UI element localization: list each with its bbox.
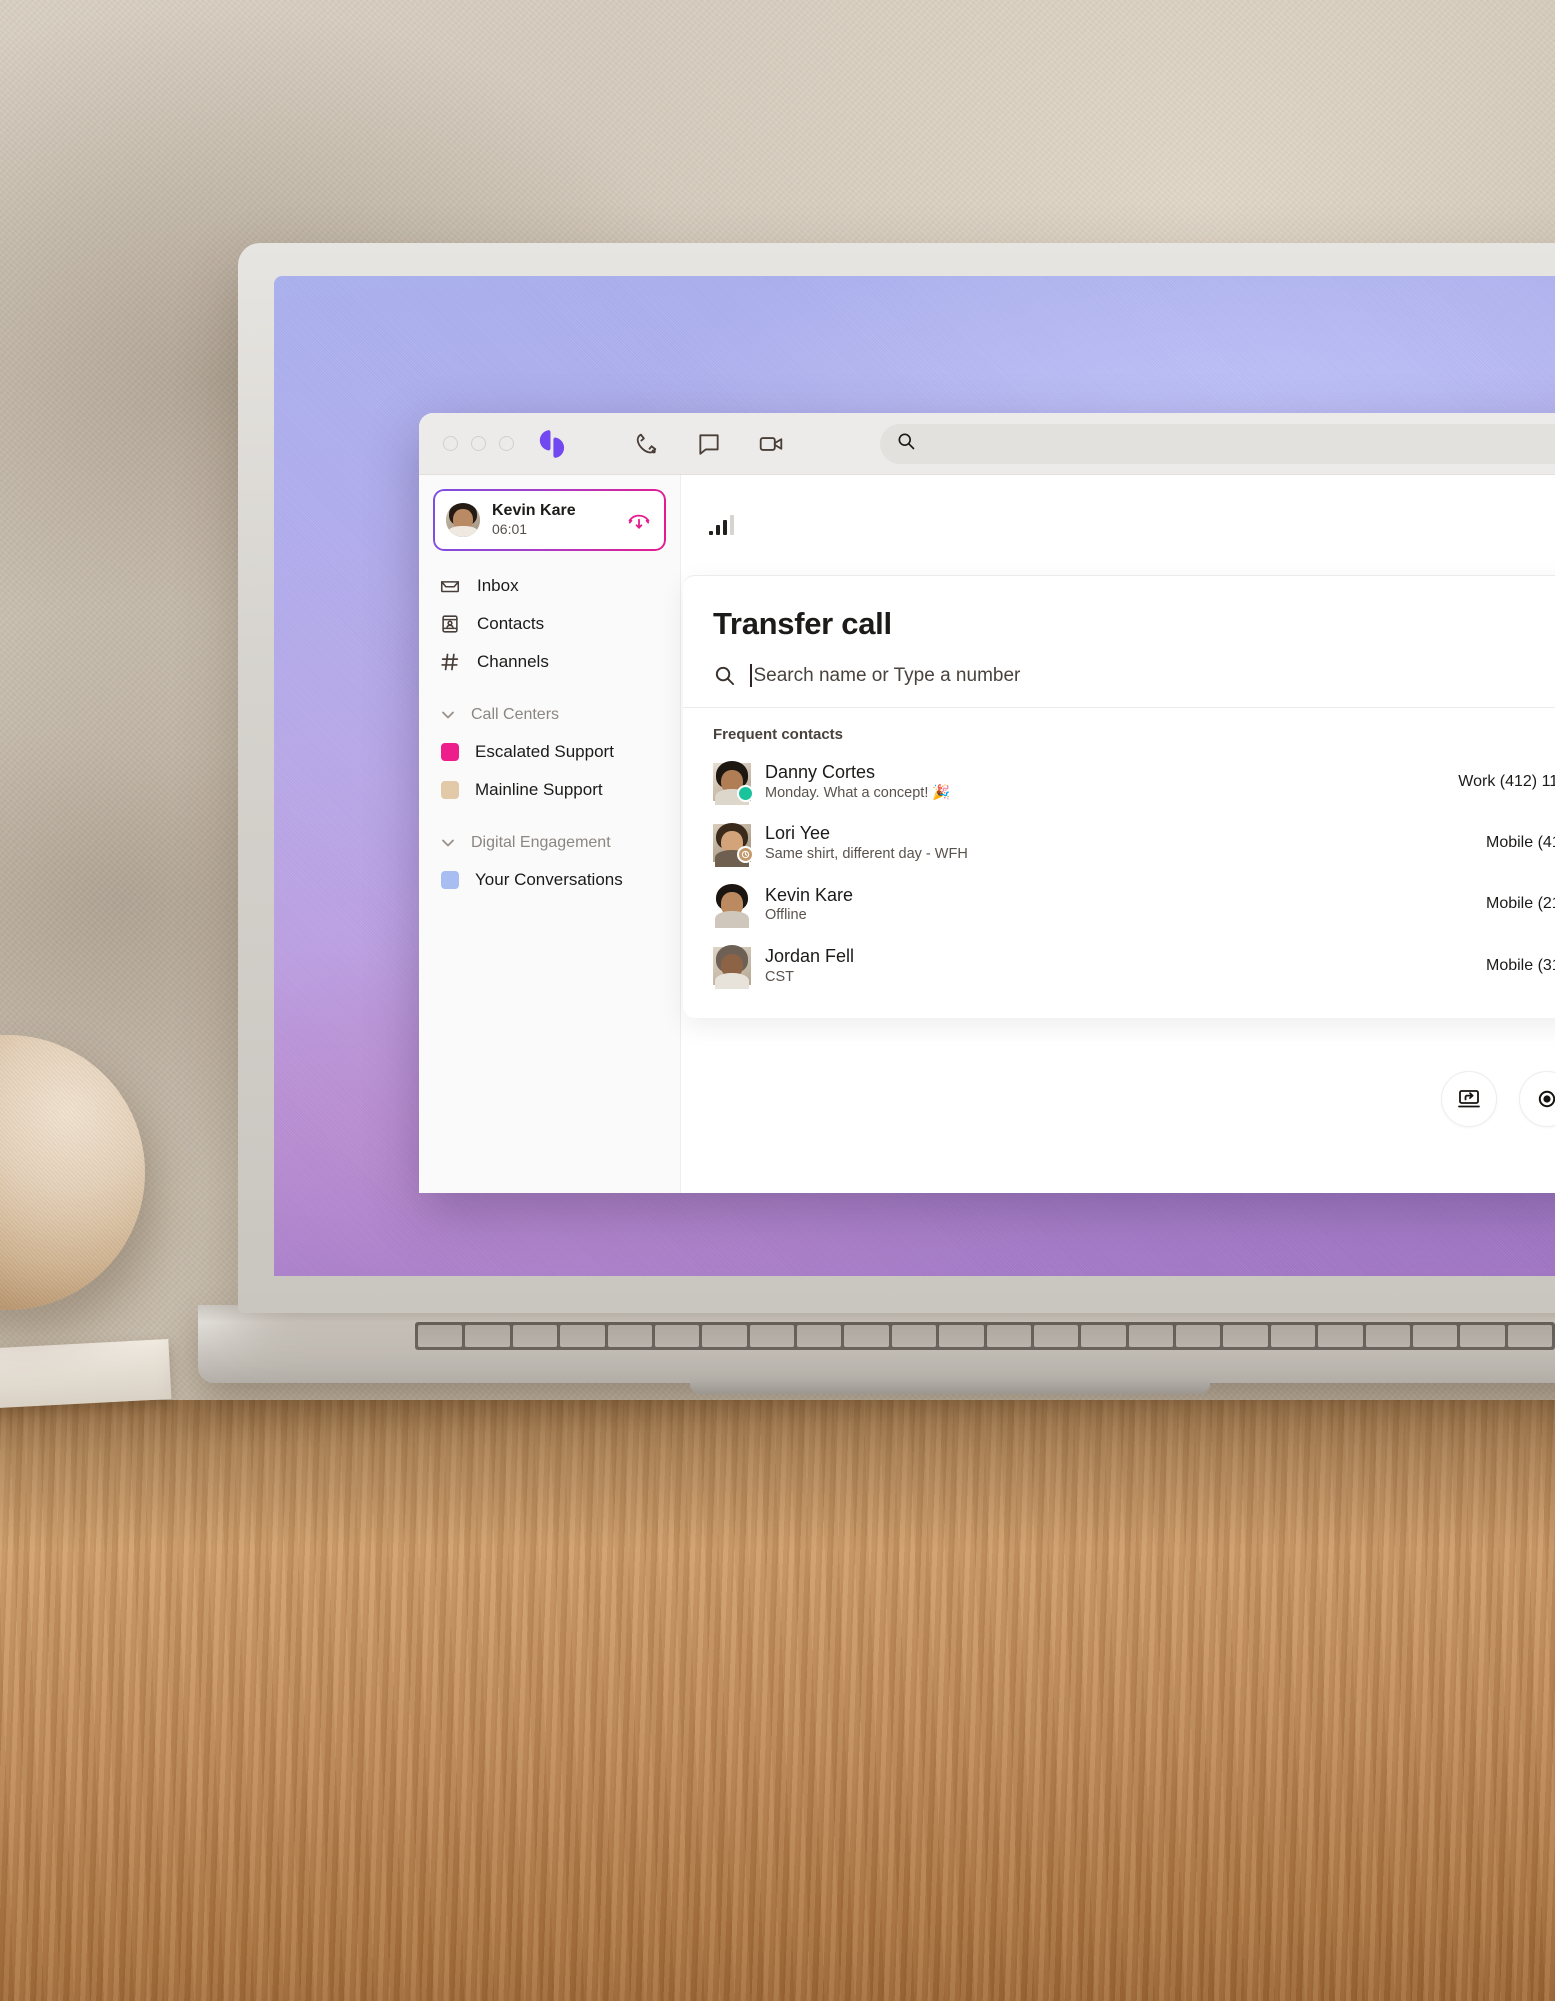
contact-row[interactable]: Danny Cortes Monday. What a concept! 🎉 W… bbox=[683, 751, 1555, 812]
dialpad-logo-icon bbox=[538, 429, 572, 458]
search-input[interactable] bbox=[926, 435, 1555, 452]
app-sidebar: Kevin Kare 06:01 Inbox Contacts Channels… bbox=[419, 475, 681, 1193]
sidebar-section-call-centers[interactable]: Call Centers bbox=[433, 697, 666, 733]
sidebar-item-label: Your Conversations bbox=[475, 870, 623, 889]
main-pane: Transfer call Search name or Type a numb… bbox=[681, 475, 1555, 1193]
message-icon[interactable] bbox=[696, 431, 722, 457]
close-window-button[interactable] bbox=[443, 436, 458, 451]
sidebar-item-label: Inbox bbox=[477, 576, 519, 595]
contact-status: Offline bbox=[765, 907, 807, 924]
sidebar-item-channels[interactable]: Channels bbox=[433, 643, 666, 681]
chevron-down-icon bbox=[439, 706, 457, 724]
contact-name: Danny Cortes bbox=[765, 762, 876, 782]
sidebar-section-title: Digital Engagement bbox=[471, 834, 611, 851]
avatar bbox=[713, 761, 754, 806]
maximize-window-button[interactable] bbox=[499, 436, 514, 451]
dialpad-app-window: Kevin Kare 06:01 Inbox Contacts Channels… bbox=[419, 413, 1555, 1193]
sidebar-item-label: Escalated Support bbox=[475, 742, 614, 761]
paper-stack bbox=[0, 1339, 172, 1411]
text-caret bbox=[750, 664, 752, 687]
sidebar-item-label: Contacts bbox=[477, 614, 545, 633]
channels-hash-icon bbox=[439, 651, 461, 673]
sidebar-item-inbox[interactable]: Inbox bbox=[433, 567, 666, 605]
presence-badge-away bbox=[737, 846, 754, 864]
app-toolbar-icons[interactable] bbox=[634, 431, 784, 457]
presence-badge-online bbox=[737, 784, 754, 802]
contact-name: Lori Yee bbox=[765, 823, 831, 844]
avatar bbox=[446, 503, 480, 537]
contact-row[interactable]: Lori Yee Same shirt, different day - WFH… bbox=[683, 812, 1555, 873]
hangup-icon[interactable] bbox=[625, 506, 653, 534]
page-title: Transfer call bbox=[713, 606, 892, 641]
sidebar-section-title: Call Centers bbox=[471, 706, 560, 723]
sidebar-section-digital-engagement[interactable]: Digital Engagement bbox=[433, 825, 666, 861]
inbox-icon bbox=[439, 575, 461, 597]
laptop-screen: Kevin Kare 06:01 Inbox Contacts Channels… bbox=[274, 276, 1555, 1276]
call-actions-bar bbox=[681, 1071, 1555, 1127]
contact-status: Monday. What a concept! 🎉 bbox=[765, 784, 951, 801]
sidebar-item-contacts[interactable]: Contacts bbox=[433, 605, 666, 643]
contact-row[interactable]: Kevin Kare Offline Mobile (216) 123-5428 bbox=[683, 874, 1555, 935]
sidebar-item-label: Mainline Support bbox=[475, 780, 603, 799]
sidebar-nav: Inbox Contacts Channels bbox=[433, 567, 666, 681]
transfer-search-placeholder: Search name or Type a number bbox=[753, 664, 1021, 686]
call-status-bar bbox=[681, 475, 1555, 575]
avatar bbox=[713, 883, 751, 928]
transfer-call-panel: Transfer call Search name or Type a numb… bbox=[683, 575, 1555, 1019]
laptop-keyboard bbox=[415, 1322, 1555, 1350]
app-titlebar bbox=[419, 413, 1555, 475]
laptop-trackpad-lip bbox=[690, 1378, 1210, 1394]
record-icon[interactable] bbox=[1519, 1071, 1555, 1127]
contact-status: Same shirt, different day - WFH bbox=[765, 845, 968, 862]
laptop: Kevin Kare 06:01 Inbox Contacts Channels… bbox=[238, 243, 1555, 1313]
global-search-bar[interactable] bbox=[880, 423, 1555, 464]
sidebar-item-your-conversations[interactable]: Your Conversations bbox=[433, 861, 666, 899]
avatar bbox=[713, 822, 754, 867]
color-swatch bbox=[441, 781, 459, 799]
sidebar-item-mainline-support[interactable]: Mainline Support bbox=[433, 771, 666, 809]
contact-row[interactable]: Jordan Fell CST Mobile (315) 145-9043 bbox=[683, 935, 1555, 996]
transfer-search-field[interactable]: Search name or Type a number bbox=[683, 642, 1555, 708]
video-icon[interactable] bbox=[758, 431, 784, 457]
search-icon bbox=[896, 431, 916, 456]
chevron-down-icon bbox=[439, 834, 457, 852]
signal-strength-icon bbox=[709, 515, 734, 535]
sidebar-item-escalated-support[interactable]: Escalated Support bbox=[433, 733, 666, 771]
contact-number: Mobile (413) 145-6789 bbox=[1486, 834, 1555, 852]
minimize-window-button[interactable] bbox=[471, 436, 486, 451]
desk-shadow bbox=[0, 1400, 1555, 1550]
avatar bbox=[713, 945, 751, 990]
window-controls[interactable] bbox=[443, 436, 514, 451]
contact-number: Mobile (315) 145-9043 bbox=[1486, 956, 1555, 974]
active-call-duration: 06:01 bbox=[492, 521, 528, 538]
contact-number: Work (412) 113-4123 bbox=[1458, 772, 1555, 790]
contact-name: Kevin Kare bbox=[765, 884, 854, 905]
phone-icon[interactable] bbox=[634, 431, 660, 457]
color-swatch bbox=[441, 871, 459, 889]
photo-scene: Kevin Kare 06:01 Inbox Contacts Channels… bbox=[0, 0, 1555, 2001]
contacts-icon bbox=[439, 613, 461, 635]
search-icon bbox=[713, 664, 736, 687]
contact-name: Jordan Fell bbox=[765, 946, 855, 967]
active-call-card[interactable]: Kevin Kare 06:01 bbox=[433, 489, 666, 551]
active-call-name: Kevin Kare bbox=[492, 501, 576, 519]
color-swatch bbox=[441, 743, 459, 761]
frequent-contacts-heading: Frequent contacts bbox=[713, 726, 844, 743]
transfer-screen-icon[interactable] bbox=[1441, 1071, 1497, 1127]
contact-status: CST bbox=[765, 968, 794, 985]
contact-number: Mobile (216) 123-5428 bbox=[1486, 895, 1555, 913]
sidebar-item-label: Channels bbox=[477, 652, 549, 671]
